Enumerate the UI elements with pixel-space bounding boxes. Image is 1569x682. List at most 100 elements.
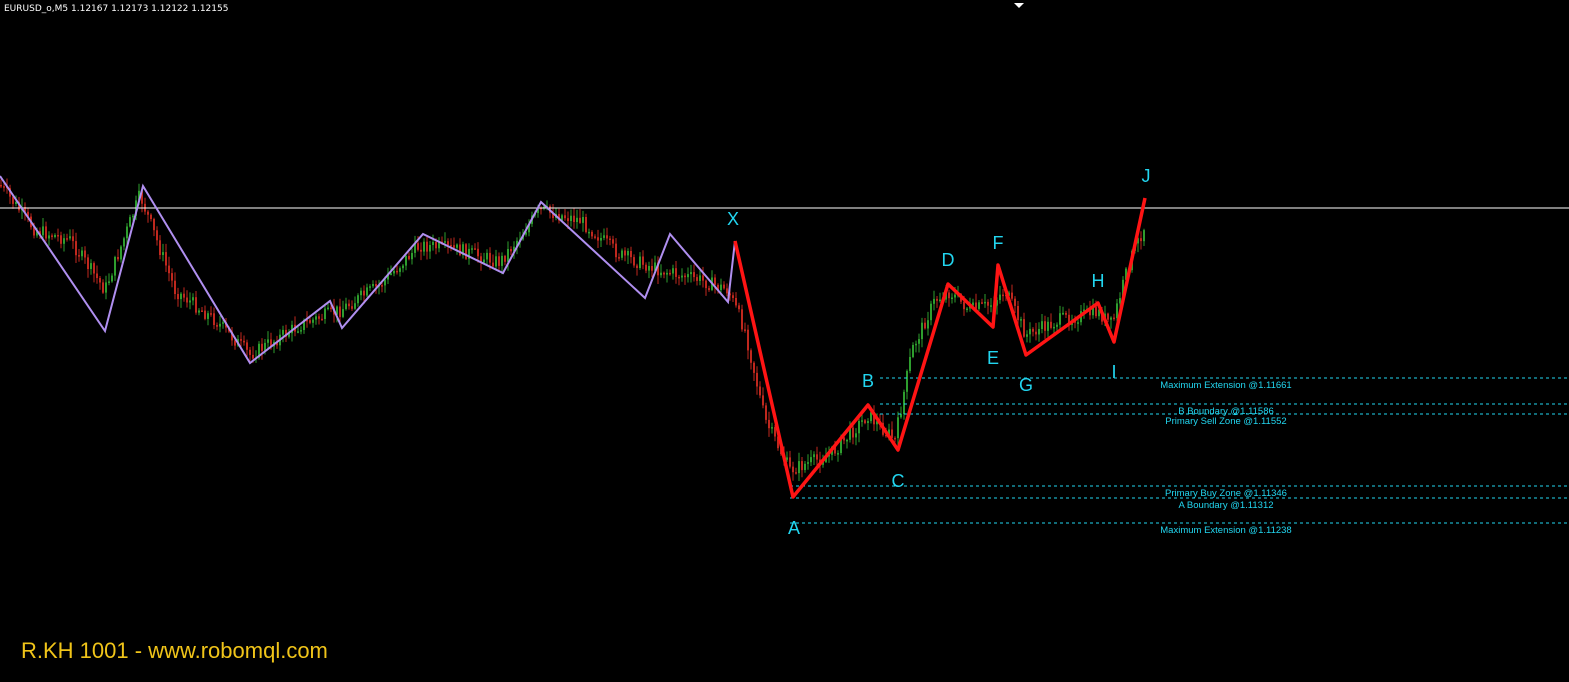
candle-body [318, 316, 320, 319]
candle-body [165, 252, 167, 266]
candle-body [948, 292, 950, 299]
candle-body [759, 386, 761, 396]
candle-body [615, 243, 617, 258]
wave-label-x: X [727, 209, 739, 229]
candle-body [483, 259, 485, 263]
zone-label: A Boundary @1.11312 [1178, 500, 1273, 511]
zones-layer: Maximum Extension @1.11661B Boundary @1.… [790, 377, 1569, 536]
zone-label: Primary Sell Zone @1.11552 [1165, 416, 1286, 427]
candle-body [66, 238, 68, 240]
candle-body [240, 339, 242, 341]
chart-shift-marker[interactable] [1014, 3, 1024, 8]
candle-body [606, 235, 608, 239]
candle-body [345, 303, 347, 310]
wave-label-a: A [788, 518, 800, 538]
candle-body [489, 252, 491, 263]
candle-body [1035, 331, 1037, 335]
candle-body [78, 255, 80, 257]
watermark-text: R.KH 1001 - www.robomql.com [21, 638, 328, 663]
candle-body [150, 214, 152, 219]
candle-body [75, 241, 77, 256]
price-chart[interactable]: Maximum Extension @1.11661B Boundary @1.… [0, 0, 1569, 682]
candle-body [327, 307, 329, 310]
candle-body [120, 246, 122, 260]
candle-body [726, 288, 728, 294]
candle-body [954, 294, 956, 298]
candle-body [111, 275, 113, 282]
candle-body [699, 275, 701, 281]
candle-body [360, 290, 362, 296]
candle-body [432, 242, 434, 245]
candle-body [174, 280, 176, 294]
candle-body [915, 343, 917, 346]
candle-body [180, 293, 182, 300]
candle-body [1002, 294, 1004, 297]
candle-body [459, 244, 461, 256]
candle-body [855, 433, 857, 438]
candle-body [813, 454, 815, 458]
candle-body [3, 186, 5, 188]
candle-body [681, 275, 683, 278]
candle-body [585, 217, 587, 233]
candle-body [405, 256, 407, 266]
candle-body [1026, 334, 1028, 337]
candle-body [1020, 319, 1022, 321]
candle-body [474, 248, 476, 250]
candle-body [963, 301, 965, 310]
chart-window[interactable]: Maximum Extension @1.11661 B Boundary @1.… [0, 0, 1569, 682]
candle-body [510, 249, 512, 252]
candle-body [381, 285, 383, 287]
candle-body [810, 457, 812, 463]
candle-body [399, 268, 401, 272]
candle-body [498, 256, 500, 266]
wave-label-d: D [942, 250, 955, 270]
candle-body [282, 329, 284, 335]
candle-body [660, 272, 662, 276]
candle-body [369, 286, 371, 288]
candle-body [372, 284, 374, 287]
candle-body [666, 272, 668, 275]
candle-body [741, 309, 743, 330]
candle-body [1047, 321, 1049, 331]
candle-body [99, 278, 101, 283]
candle-body [669, 272, 671, 275]
candle-body [354, 303, 356, 309]
candle-body [243, 340, 245, 343]
candle-body [720, 284, 722, 291]
candle-body [594, 236, 596, 238]
candle-body [582, 217, 584, 223]
candle-body [162, 252, 164, 255]
candle-body [987, 301, 989, 306]
candle-body [93, 263, 95, 274]
candle-body [633, 257, 635, 266]
candle-body [798, 461, 800, 474]
candle-body [852, 427, 854, 438]
candle-body [630, 251, 632, 258]
candle-body [684, 275, 686, 278]
candle-body [426, 241, 428, 252]
candle-body [63, 238, 65, 244]
candle-body [168, 265, 170, 274]
candle-body [105, 282, 107, 293]
candle-body [222, 322, 224, 324]
candle-body [1041, 321, 1043, 329]
candle-body [357, 295, 359, 304]
candle-body [321, 318, 323, 321]
candle-body [567, 218, 569, 222]
candle-body [1014, 298, 1016, 306]
wave-label-i: I [1111, 362, 1116, 382]
candle-body [159, 240, 161, 255]
candle-body [939, 299, 941, 302]
candle-body [564, 215, 566, 219]
candle-body [102, 282, 104, 293]
candle-body [732, 295, 734, 298]
candle-body [1110, 317, 1112, 320]
candle-body [393, 270, 395, 274]
candle-body [51, 235, 53, 237]
candle-body [429, 245, 431, 252]
candle-body [123, 238, 125, 247]
wave-label-j: J [1142, 166, 1151, 186]
candle-body [330, 307, 332, 310]
candle-body [495, 256, 497, 267]
candle-body [789, 457, 791, 467]
